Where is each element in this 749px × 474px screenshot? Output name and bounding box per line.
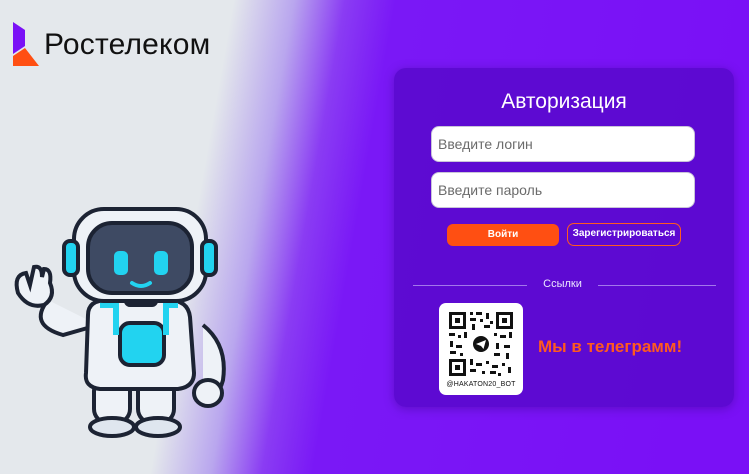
links-section-label: Ссылки [543,278,582,290]
rostelecom-logo-icon [12,18,42,66]
qr-code-icon [446,309,516,379]
login-input[interactable] [431,126,695,162]
brand-name: Ростелеком [44,28,211,61]
password-input[interactable] [431,172,695,208]
robot-mascot-icon [8,205,258,440]
auth-card: Авторизация Войти Зарегистрироваться Ссы… [394,68,734,407]
telegram-link-text[interactable]: Мы в телеграмм! [538,337,682,357]
qr-code-card[interactable]: @HAKATON20_BOT [439,303,523,395]
qr-caption: @HAKATON20_BOT [446,381,516,388]
auth-title: Авторизация [501,90,627,113]
divider-left [413,285,527,286]
divider-right [598,285,716,286]
login-button[interactable]: Войти [447,224,559,246]
brand-logo: Ростелеком [12,18,210,66]
register-button[interactable]: Зарегистрироваться [567,223,681,246]
